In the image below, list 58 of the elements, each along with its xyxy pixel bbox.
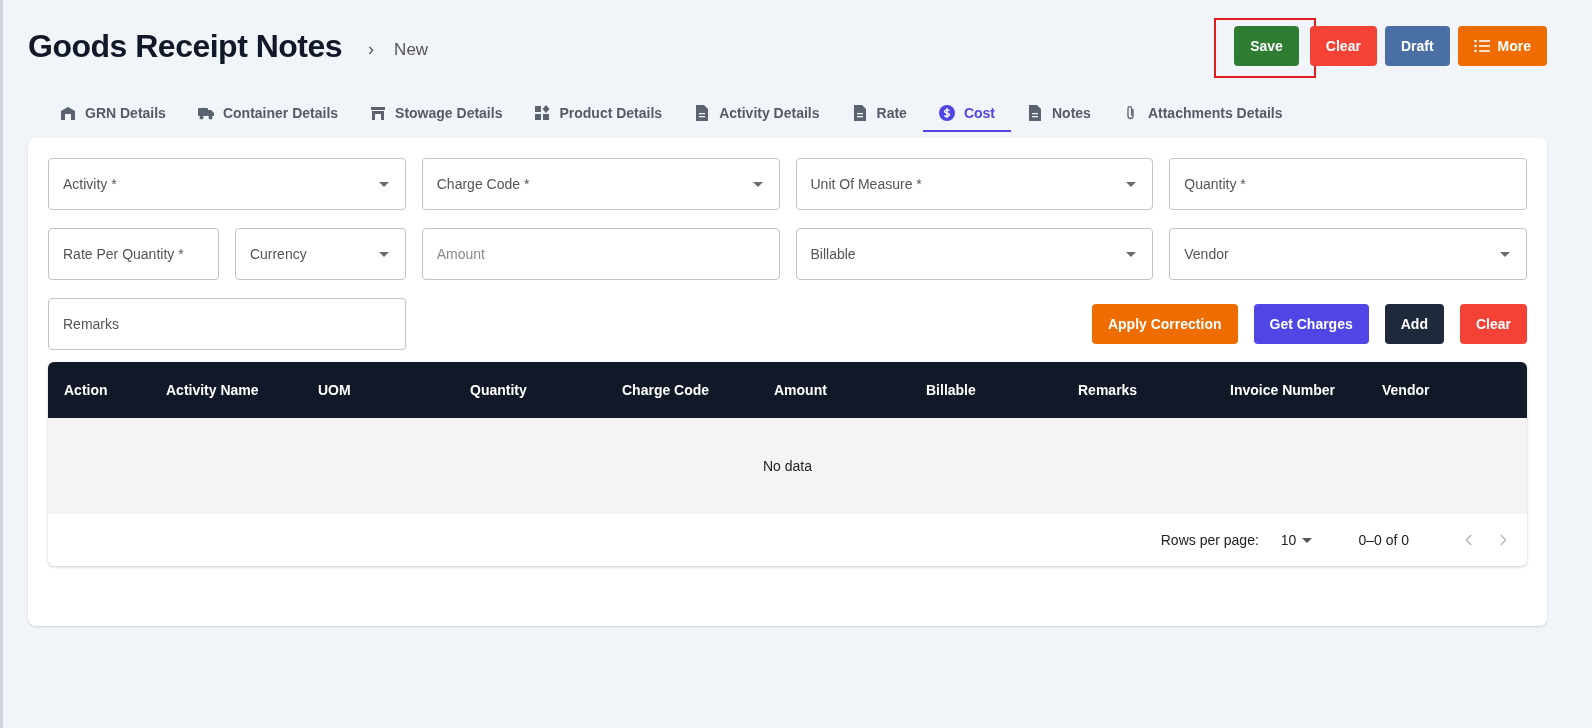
tab[interactable]: Rate [835, 97, 923, 132]
tab[interactable]: Cost [922, 97, 1011, 132]
column-header: Amount [774, 382, 828, 398]
dropdown-caret-icon [752, 182, 763, 187]
grid-shapes-icon [534, 105, 551, 121]
column-header: Quantity [470, 382, 528, 398]
input-field[interactable]: Rate Per Quantity * [48, 228, 219, 280]
dropdown-caret-icon [1126, 182, 1137, 187]
truck-icon [197, 105, 214, 121]
breadcrumb-separator: › [368, 39, 375, 60]
input-field[interactable]: Amount [421, 228, 780, 280]
form-button[interactable]: Get Charges [1253, 304, 1369, 344]
form-button[interactable]: Add [1384, 304, 1444, 344]
action-button[interactable]: Clear [1309, 26, 1377, 66]
select-field[interactable]: Activity * [48, 158, 406, 210]
action-button[interactable]: Save [1234, 26, 1299, 66]
store-icon [370, 105, 387, 121]
previous-page-icon[interactable] [1465, 534, 1473, 546]
caret-icon [1302, 537, 1313, 543]
column-header: Invoice Number [1230, 382, 1337, 398]
select-field[interactable]: Unit Of Measure * [795, 158, 1154, 210]
column-header: UOM [318, 382, 352, 398]
next-page-icon[interactable] [1499, 534, 1507, 546]
column-header: Vendor [1382, 382, 1431, 398]
empty-message: No data [762, 458, 812, 474]
tab[interactable]: Attachments Details [1106, 97, 1299, 132]
select-field[interactable]: Charge Code * [421, 158, 780, 210]
dollar-circle-icon [938, 105, 955, 121]
dropdown-caret-icon [378, 182, 389, 187]
page-range: 0–0 of 0 [1358, 532, 1409, 548]
select-field[interactable]: Vendor [1169, 228, 1527, 280]
dropdown-caret-icon [1500, 252, 1510, 257]
select-field[interactable]: Billable [795, 228, 1154, 280]
tab[interactable]: Container Details [181, 97, 355, 132]
column-header: Remarks [1078, 382, 1139, 398]
document-icon [694, 105, 711, 121]
breadcrumb-current: New [394, 39, 429, 60]
select-field[interactable]: Currency [234, 228, 406, 280]
input-field[interactable]: Quantity * [1169, 158, 1527, 210]
dropdown-caret-icon [1126, 252, 1137, 257]
form-button[interactable]: Clear [1459, 304, 1527, 344]
column-header: Charge Code [622, 382, 711, 398]
tab[interactable]: GRN Details [44, 97, 182, 132]
tab[interactable]: Activity Details [678, 97, 836, 132]
tab[interactable]: Stowage Details [354, 97, 519, 132]
page-title: Goods Receipt Notes [28, 28, 343, 65]
column-header: Billable [926, 382, 977, 398]
rows-per-page-label: Rows per page: [1160, 532, 1259, 548]
warehouse-icon [60, 105, 76, 121]
column-header: Action [64, 382, 109, 398]
action-button[interactable]: Draft [1384, 26, 1450, 66]
column-header: Activity Name [166, 382, 260, 398]
input-field[interactable]: Remarks [48, 298, 406, 350]
tab[interactable]: Notes [1011, 97, 1107, 132]
tab[interactable]: Product Details [518, 97, 679, 132]
dropdown-caret-icon [378, 252, 389, 257]
rows-per-page-select[interactable]: 10 [1274, 531, 1319, 549]
document-icon [1027, 105, 1043, 121]
